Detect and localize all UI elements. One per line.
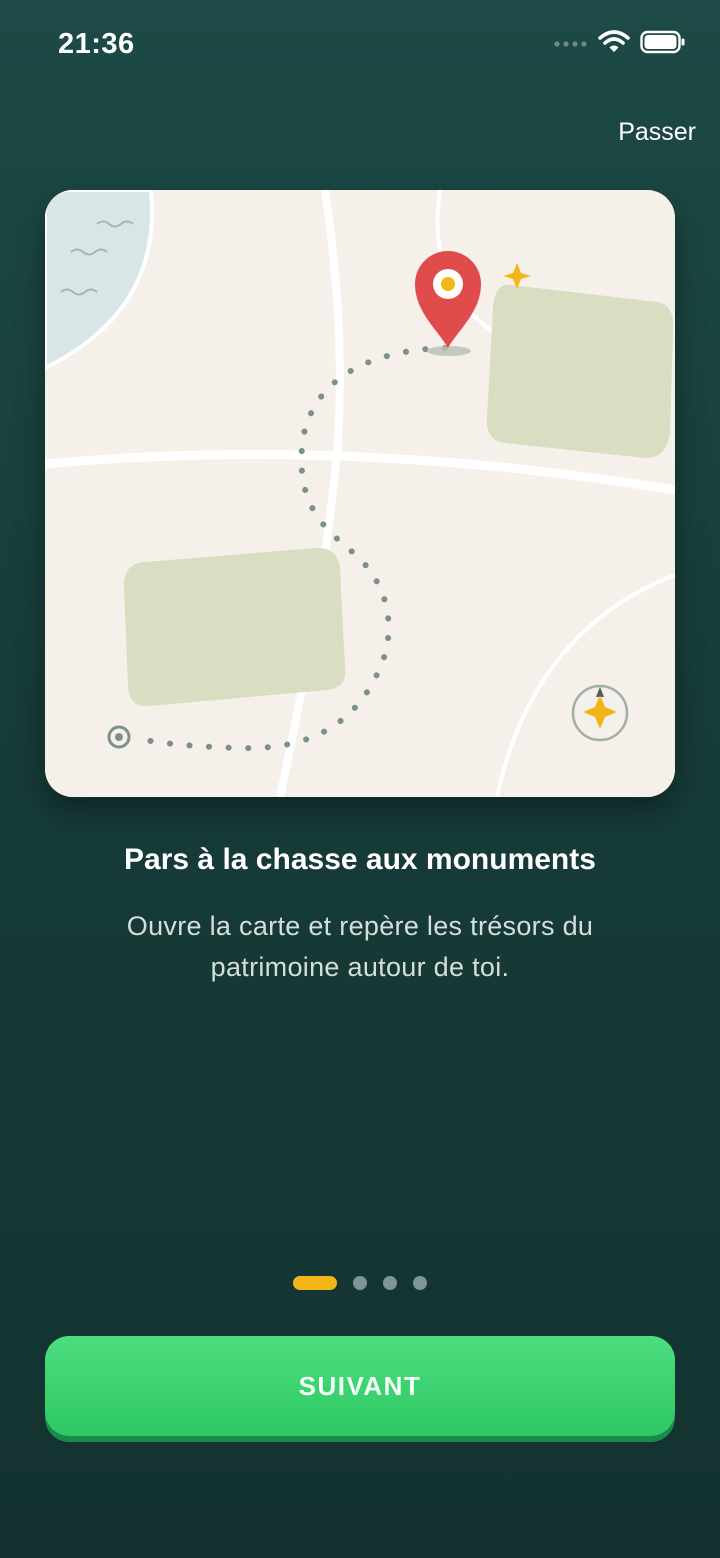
onboarding-description: Ouvre la carte et repère les trésors du … <box>126 911 594 982</box>
onboarding-title: Pars à la chasse aux monuments <box>124 843 596 876</box>
wifi-icon <box>598 30 630 59</box>
map-illustration-card <box>45 190 675 797</box>
skip-button[interactable]: Passer <box>618 116 696 149</box>
page-indicator-dot <box>383 1276 397 1290</box>
status-bar: 21:36 <box>0 0 720 92</box>
map-illustration <box>45 190 675 797</box>
battery-icon <box>640 30 686 59</box>
status-time: 21:36 <box>58 28 135 60</box>
start-point-icon <box>107 725 131 749</box>
page-indicator-dot <box>413 1276 427 1290</box>
next-button[interactable]: SUIVANT <box>45 1336 675 1436</box>
status-icons <box>554 30 686 59</box>
cellular-signal-icon <box>554 36 588 54</box>
page-indicator <box>0 1276 720 1290</box>
page-indicator-dot <box>353 1276 367 1290</box>
page-indicator-dot-active <box>293 1276 337 1290</box>
